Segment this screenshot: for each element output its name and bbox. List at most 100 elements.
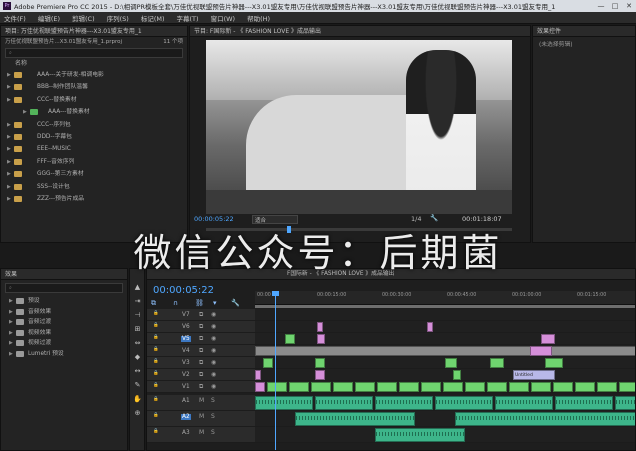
timeline-clip[interactable]	[333, 382, 353, 392]
track-lane[interactable]	[255, 309, 635, 321]
expand-triangle-icon[interactable]: ▶	[7, 168, 11, 180]
bin-item[interactable]: ▶ AAA---关于研发-相调电影	[1, 69, 187, 81]
timeline-clip[interactable]	[289, 382, 309, 392]
eye-icon[interactable]: ◉	[211, 335, 216, 342]
eye-icon[interactable]: ◉	[211, 359, 216, 366]
effects-search-input[interactable]: ⌕	[5, 283, 123, 293]
eye-icon[interactable]: ◉	[211, 347, 216, 354]
menu-clip[interactable]: 剪辑(C)	[72, 13, 95, 23]
toggle-sync-icon[interactable]: ⧉	[199, 311, 203, 319]
expand-triangle-icon[interactable]: ▶	[9, 338, 13, 349]
track-name[interactable]: V7	[181, 312, 191, 318]
expand-triangle-icon[interactable]: ▶	[7, 94, 11, 106]
expand-triangle-icon[interactable]: ▶	[23, 106, 27, 118]
mute-icon[interactable]: M	[199, 413, 204, 420]
solo-icon[interactable]: S	[211, 429, 215, 436]
timeline-clip[interactable]	[495, 396, 553, 410]
timeline-clip[interactable]	[317, 322, 323, 332]
pen-icon[interactable]: ✎	[133, 381, 142, 390]
timeline-clip[interactable]	[255, 370, 261, 380]
timeline-clip[interactable]	[453, 370, 461, 380]
timeline-clip[interactable]	[509, 382, 529, 392]
timeline-clip[interactable]	[375, 396, 433, 410]
rate-stretch-icon[interactable]: ⇔	[133, 339, 142, 348]
playhead-cap[interactable]	[272, 291, 279, 296]
timeline-clip[interactable]	[435, 396, 493, 410]
bin-item[interactable]: ▶ BBB--制作团队温馨	[1, 81, 187, 93]
track-name[interactable]: V5	[181, 336, 191, 342]
bin-item[interactable]: ▶ DDD--字幕包	[1, 131, 187, 143]
lock-icon[interactable]: 🔒	[153, 429, 159, 434]
lock-icon[interactable]: 🔒	[153, 359, 159, 364]
timeline-playhead[interactable]	[272, 291, 279, 450]
minimize-button[interactable]: —	[594, 2, 608, 10]
expand-triangle-icon[interactable]: ▶	[7, 119, 11, 131]
expand-triangle-icon[interactable]: ▶	[7, 193, 11, 205]
work-area-bar[interactable]	[255, 305, 635, 308]
timeline-clip[interactable]	[545, 358, 563, 368]
lock-icon[interactable]: 🔒	[153, 383, 159, 388]
timeline-clip[interactable]	[255, 346, 635, 356]
timeline-clip[interactable]	[315, 396, 373, 410]
timeline-clip[interactable]	[443, 382, 463, 392]
timeline-clip[interactable]	[615, 396, 635, 410]
toggle-sync-icon[interactable]: ⧉	[199, 335, 203, 343]
eye-icon[interactable]: ◉	[211, 323, 216, 330]
rolling-edit-icon[interactable]: ⊞	[133, 325, 142, 334]
lock-icon[interactable]: 🔒	[153, 347, 159, 352]
timeline-clip[interactable]	[490, 358, 504, 368]
lock-icon[interactable]: 🔒	[153, 397, 159, 402]
lock-icon[interactable]: 🔒	[153, 323, 159, 328]
track-lane[interactable]	[255, 321, 635, 333]
timeline-clip[interactable]	[315, 370, 325, 380]
expand-triangle-icon[interactable]: ▶	[7, 81, 11, 93]
menu-marker[interactable]: 标记(M)	[141, 13, 165, 23]
timeline-clip[interactable]	[465, 382, 485, 392]
timeline-clip[interactable]	[597, 382, 617, 392]
slip-icon[interactable]: ↔	[133, 367, 142, 376]
timeline-clip[interactable]	[355, 382, 375, 392]
lock-icon[interactable]: 🔒	[153, 371, 159, 376]
selection-arrow-icon[interactable]: ▲	[133, 283, 142, 292]
timeline-clip[interactable]	[555, 396, 613, 410]
toggle-sync-icon[interactable]: ⧉	[199, 359, 203, 367]
track-name[interactable]: A3	[181, 430, 191, 436]
bin-item[interactable]: ▶ EEE--MUSIC	[1, 143, 187, 155]
expand-triangle-icon[interactable]: ▶	[9, 317, 13, 328]
timeline-clip[interactable]	[619, 382, 635, 392]
solo-icon[interactable]: S	[211, 413, 215, 420]
timeline-clip[interactable]	[427, 322, 433, 332]
expand-triangle-icon[interactable]: ▶	[9, 349, 13, 360]
lock-icon[interactable]: 🔒	[153, 335, 159, 340]
track-lane[interactable]	[255, 427, 635, 443]
track-lane[interactable]	[255, 381, 635, 393]
timeline-clip[interactable]	[530, 346, 552, 356]
bin-item[interactable]: ▶ CCC--序列包	[1, 119, 187, 131]
expand-triangle-icon[interactable]: ▶	[7, 181, 11, 193]
toggle-sync-icon[interactable]: ⧉	[199, 323, 203, 331]
track-name[interactable]: V6	[181, 324, 191, 330]
timeline-clip[interactable]	[421, 382, 441, 392]
ripple-edit-icon[interactable]: ⊣	[133, 311, 142, 320]
bin-item[interactable]: ▶ SSS--设计包	[1, 181, 187, 193]
eye-icon[interactable]: ◉	[211, 383, 216, 390]
timeline-clip[interactable]	[285, 334, 295, 344]
timeline-clip[interactable]	[455, 412, 635, 426]
timeline-clip[interactable]	[377, 382, 397, 392]
timeline-clip[interactable]	[541, 334, 555, 344]
expand-triangle-icon[interactable]: ▶	[7, 69, 11, 81]
effect-controls-tab[interactable]: 效果控件	[533, 26, 635, 37]
razor-icon[interactable]: ◆	[133, 353, 142, 362]
timeline-clip[interactable]	[255, 382, 265, 392]
track-name[interactable]: V4	[181, 348, 191, 354]
menu-file[interactable]: 文件(F)	[4, 13, 26, 23]
name-column-header[interactable]: 名称	[1, 59, 187, 69]
track-name[interactable]: A2	[181, 414, 191, 420]
timeline-clip[interactable]	[399, 382, 419, 392]
timeline-clip[interactable]	[531, 382, 551, 392]
track-name[interactable]: V2	[181, 372, 191, 378]
menu-window[interactable]: 窗口(W)	[211, 13, 236, 23]
lock-icon[interactable]: 🔒	[153, 311, 159, 316]
expand-triangle-icon[interactable]: ▶	[7, 143, 11, 155]
bin-item[interactable]: ▶ AAA---替换素材	[1, 106, 187, 118]
